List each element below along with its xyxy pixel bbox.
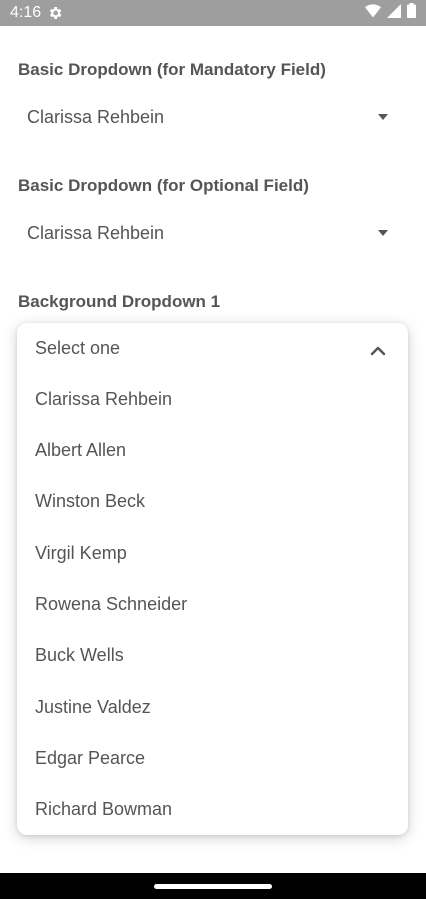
navigation-bar	[0, 873, 426, 899]
option-buck-wells[interactable]: Buck Wells	[17, 630, 408, 681]
option-richard-bowman[interactable]: Richard Bowman	[17, 784, 408, 835]
mandatory-dropdown[interactable]: Clarissa Rehbein	[18, 95, 400, 139]
option-edgar-pearce[interactable]: Edgar Pearce	[17, 733, 408, 784]
status-time: 4:16	[10, 4, 42, 21]
option-justine-valdez[interactable]: Justine Valdez	[17, 682, 408, 733]
background-dropdown-label: Background Dropdown 1	[18, 292, 221, 311]
optional-dropdown[interactable]: Clarissa Rehbein	[18, 211, 400, 255]
chevron-up-icon	[370, 341, 386, 356]
caret-down-icon	[378, 114, 388, 120]
option-clarissa-rehbein[interactable]: Clarissa Rehbein	[17, 374, 408, 425]
battery-icon	[407, 3, 416, 23]
optional-dropdown-label: Basic Dropdown (for Optional Field)	[18, 176, 309, 195]
background-dropdown-toggle[interactable]: Select one	[17, 323, 408, 374]
wifi-icon	[365, 3, 381, 23]
mandatory-dropdown-value: Clarissa Rehbein	[27, 106, 165, 127]
optional-dropdown-value: Clarissa Rehbein	[27, 222, 165, 243]
option-rowena-schneider[interactable]: Rowena Schneider	[17, 579, 408, 630]
mandatory-dropdown-label: Basic Dropdown (for Mandatory Field)	[18, 60, 326, 79]
option-winston-beck[interactable]: Winston Beck	[17, 476, 408, 527]
background-dropdown-menu: Select one Clarissa Rehbein Albert Allen…	[17, 323, 408, 835]
caret-down-icon	[378, 230, 388, 236]
option-albert-allen[interactable]: Albert Allen	[17, 425, 408, 476]
signal-icon	[387, 3, 401, 23]
select-placeholder: Select one	[35, 338, 121, 358]
status-bar: 4:16	[0, 0, 426, 26]
home-handle[interactable]	[154, 884, 272, 889]
option-virgil-kemp[interactable]: Virgil Kemp	[17, 528, 408, 579]
gear-icon	[47, 5, 63, 21]
